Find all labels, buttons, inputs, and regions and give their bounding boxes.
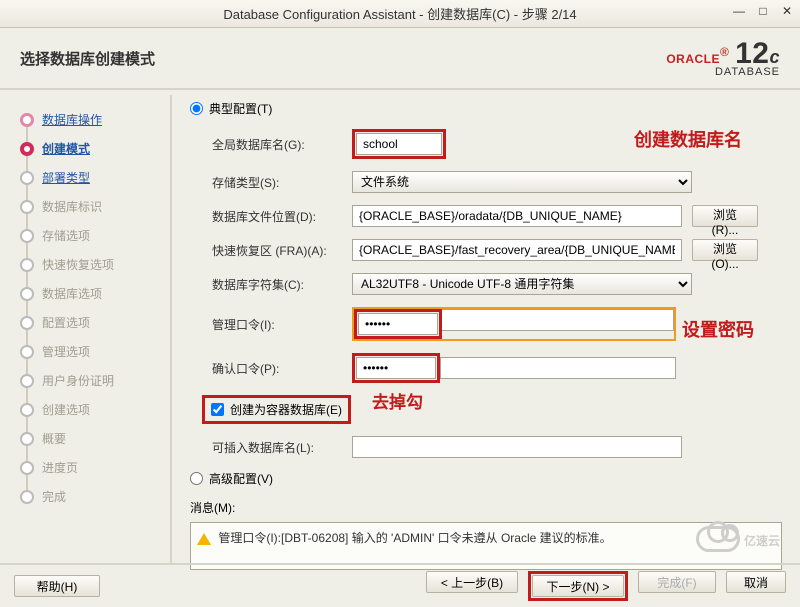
admin-pwd-label: 管理口令(I): bbox=[212, 316, 352, 333]
wizard-steps: 数据库操作 创建模式 部署类型 数据库标识 存储选项 快速恢复选项 数据库选项 … bbox=[0, 90, 170, 570]
sub-header: 选择数据库创建模式 ORACLE® 12c DATABASE bbox=[0, 28, 800, 88]
browse-fra-button[interactable]: 浏览(O)... bbox=[692, 239, 758, 261]
back-button[interactable]: < 上一步(B) bbox=[426, 571, 518, 593]
step-db-opts: 数据库选项 bbox=[42, 285, 102, 302]
minimize-icon[interactable]: — bbox=[732, 4, 746, 18]
storage-select[interactable]: 文件系统 bbox=[352, 171, 692, 193]
step-creds: 用户身份证明 bbox=[42, 372, 114, 389]
confirm-pwd-input-ext[interactable] bbox=[440, 357, 676, 379]
main-panel: 典型配置(T) 全局数据库名(G): 创建数据库名 存储类型(S): 文件系统 … bbox=[172, 90, 800, 570]
step-create-opts: 创建选项 bbox=[42, 401, 90, 418]
fra-input[interactable] bbox=[352, 239, 682, 261]
step-summary: 概要 bbox=[42, 430, 66, 447]
global-db-input[interactable] bbox=[356, 133, 442, 155]
page-title: 选择数据库创建模式 bbox=[20, 48, 155, 69]
typical-config-label: 典型配置(T) bbox=[209, 100, 272, 117]
confirm-pwd-input[interactable] bbox=[356, 357, 436, 379]
file-loc-label: 数据库文件位置(D): bbox=[212, 208, 352, 225]
browse-file-loc-button[interactable]: 浏览(R)... bbox=[692, 205, 758, 227]
window-title: Database Configuration Assistant - 创建数据库… bbox=[223, 4, 576, 23]
oracle-logo: ORACLE® 12c DATABASE bbox=[666, 39, 780, 78]
container-db-checkbox[interactable] bbox=[211, 403, 224, 416]
typical-config-radio[interactable] bbox=[190, 102, 203, 115]
storage-label: 存储类型(S): bbox=[212, 174, 352, 191]
help-button[interactable]: 帮助(H) bbox=[14, 575, 100, 597]
close-icon[interactable]: ✕ bbox=[780, 4, 794, 18]
confirm-pwd-label: 确认口令(P): bbox=[212, 360, 352, 377]
maximize-icon[interactable]: □ bbox=[756, 4, 770, 18]
finish-button: 完成(F) bbox=[638, 571, 716, 593]
step-config-opts: 配置选项 bbox=[42, 314, 90, 331]
charset-select[interactable]: AL32UTF8 - Unicode UTF-8 通用字符集 bbox=[352, 273, 692, 295]
file-loc-input[interactable] bbox=[352, 205, 682, 227]
step-create-mode[interactable]: 创建模式 bbox=[42, 140, 90, 157]
next-button[interactable]: 下一步(N) > bbox=[532, 575, 624, 597]
charset-label: 数据库字符集(C): bbox=[212, 276, 352, 293]
warning-text: 管理口令(I):[DBT-06208] 输入的 'ADMIN' 口令未遵从 Or… bbox=[218, 531, 611, 545]
messages-label: 消息(M): bbox=[190, 499, 782, 516]
title-bar: Database Configuration Assistant - 创建数据库… bbox=[0, 0, 800, 28]
step-storage: 存储选项 bbox=[42, 227, 90, 244]
step-progress: 进度页 bbox=[42, 459, 78, 476]
admin-pwd-input-ext[interactable] bbox=[442, 309, 674, 331]
container-db-label: 创建为容器数据库(E) bbox=[230, 401, 342, 418]
step-fra: 快速恢复选项 bbox=[42, 256, 114, 273]
step-deploy-type[interactable]: 部署类型 bbox=[42, 169, 90, 186]
anno-uncheck: 去掉勾 bbox=[372, 388, 423, 413]
pdb-name-input[interactable] bbox=[352, 436, 682, 458]
warning-icon bbox=[197, 533, 211, 545]
admin-pwd-input[interactable] bbox=[358, 313, 438, 335]
advanced-config-label: 高级配置(V) bbox=[209, 470, 273, 487]
wizard-buttons: 帮助(H) < 上一步(B) 下一步(N) > 完成(F) 取消 bbox=[0, 563, 800, 607]
advanced-config-radio[interactable] bbox=[190, 472, 203, 485]
step-db-id: 数据库标识 bbox=[42, 198, 102, 215]
step-db-operation[interactable]: 数据库操作 bbox=[42, 111, 102, 128]
pdb-name-label: 可插入数据库名(L): bbox=[212, 439, 352, 456]
cancel-button[interactable]: 取消 bbox=[726, 571, 786, 593]
fra-label: 快速恢复区 (FRA)(A): bbox=[212, 242, 352, 259]
step-mgmt-opts: 管理选项 bbox=[42, 343, 90, 360]
step-done: 完成 bbox=[42, 488, 66, 505]
global-db-label: 全局数据库名(G): bbox=[212, 136, 352, 153]
